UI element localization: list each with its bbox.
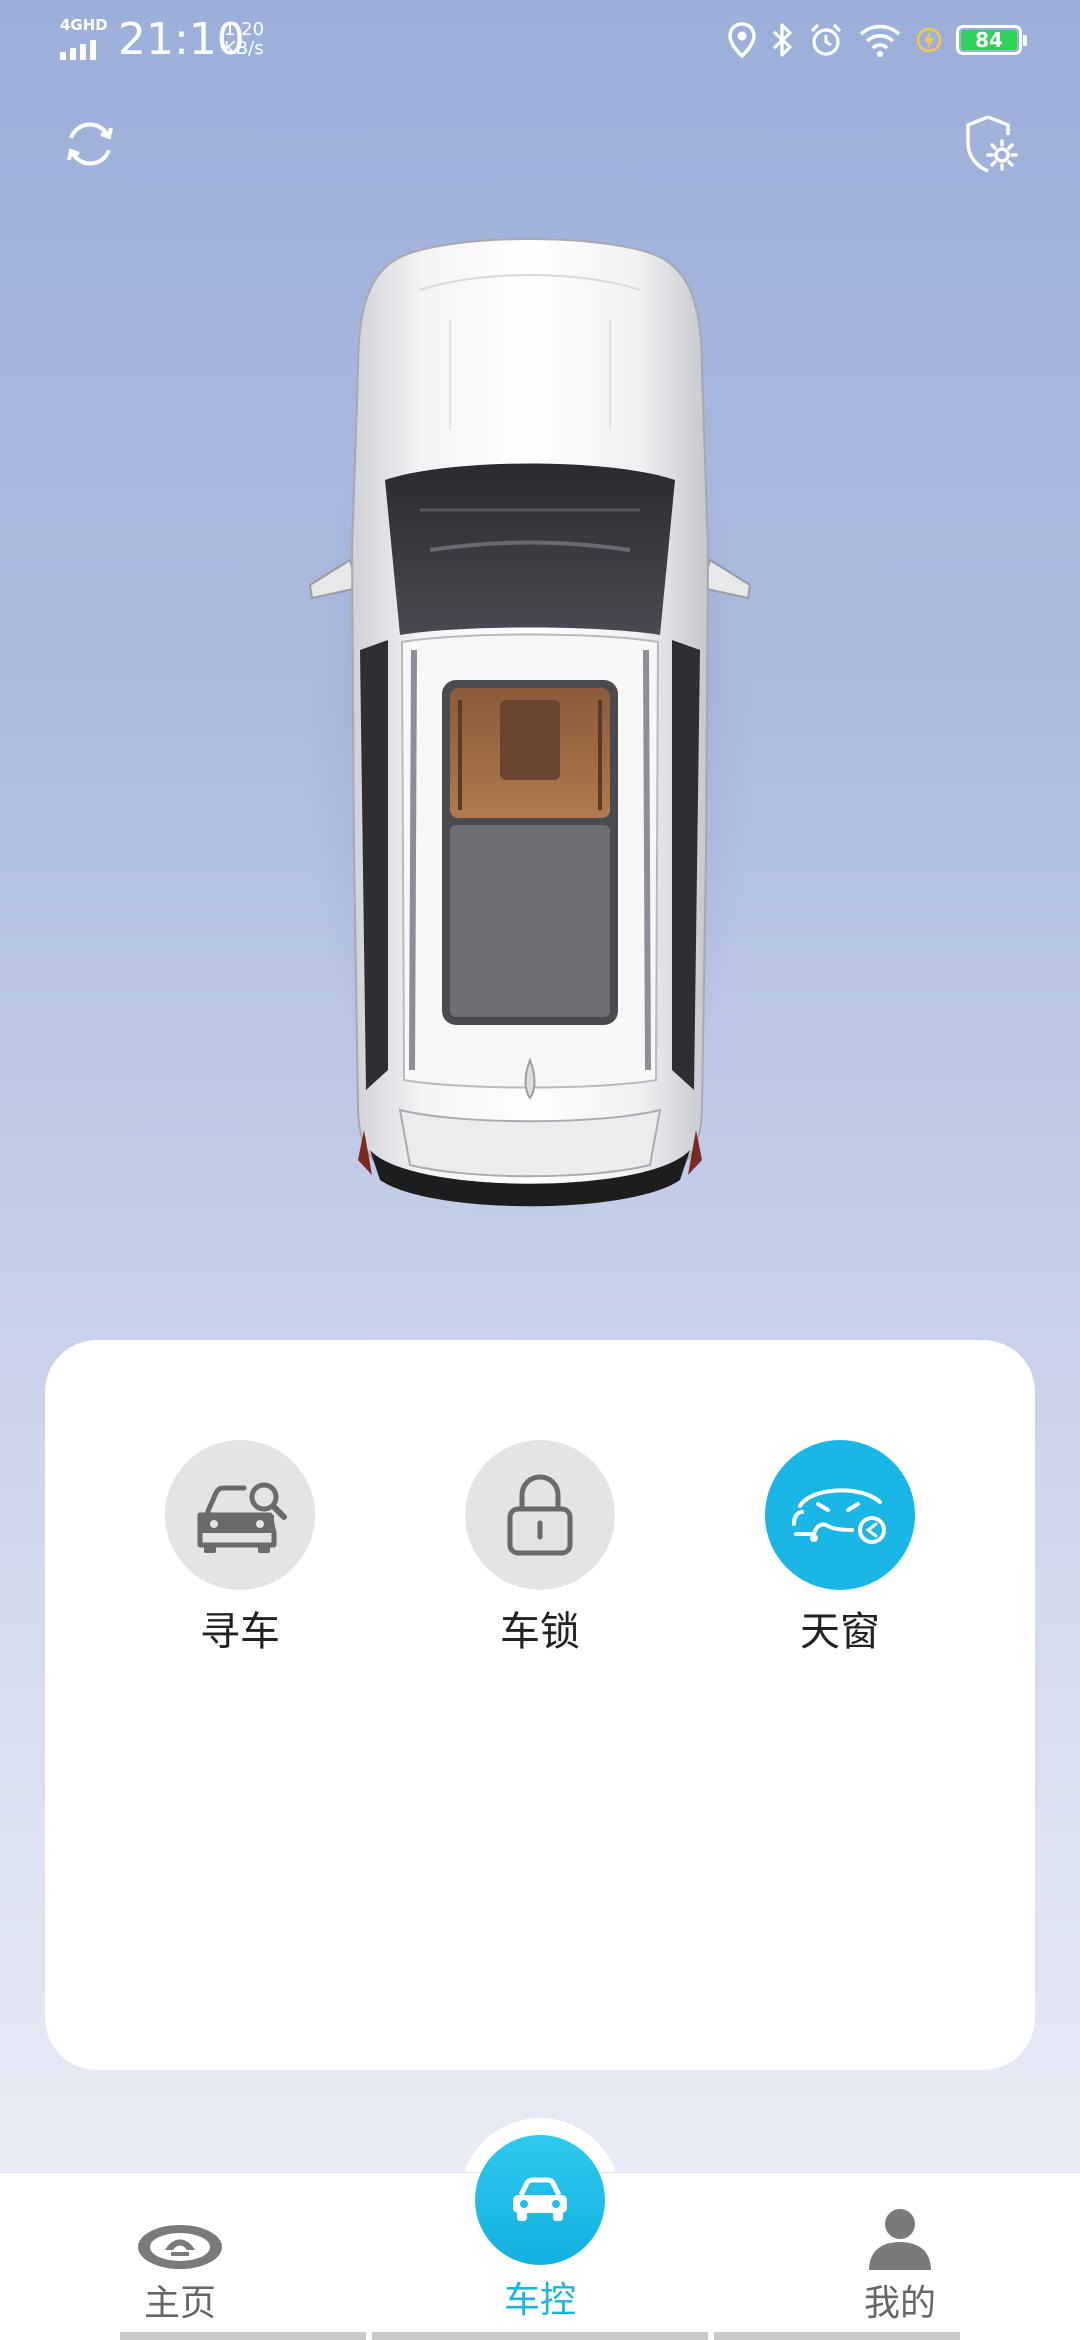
settings-button[interactable] [952,104,1032,184]
nav-profile-icon-wrap [780,2180,1020,2272]
speed-value: 1.20 [224,19,265,40]
control-panel: 寻车 车锁 天窗 [45,1340,1035,2070]
refresh-button[interactable] [50,104,130,184]
nav-control[interactable]: 车控 [420,2135,660,2323]
alarm-icon [810,23,842,56]
sunroof-icon [792,1488,886,1544]
nav-home-label: 主页 [143,2283,216,2324]
charging-icon [916,27,942,53]
network-speed: 1.20 KB/s [224,20,264,58]
status-bar: 4GHD 21:10 1.20 KB/s 84 [0,0,1080,80]
signal-bars-icon [60,40,96,60]
find-car-label: 寻车 [200,1609,280,1655]
signal-indicator: 4GHD [60,16,108,60]
sunroof-control[interactable]: 天窗 [740,1440,940,1656]
nav-indicator-home [120,2332,366,2340]
lock-icon [507,1474,573,1556]
nav-control-label: 车控 [503,2280,576,2321]
bluetooth-icon [772,23,792,57]
nav-indicator-profile [714,2332,960,2340]
lock-label: 车锁 [500,1609,580,1655]
nav-home[interactable]: 主页 [60,2180,300,2326]
user-icon [869,2209,931,2270]
battery-indicator: 84 [956,25,1027,55]
car-search-icon [197,1482,287,1553]
refresh-icon [67,122,113,166]
network-type: 4GHD [60,16,108,34]
find-car-button[interactable] [165,1440,315,1590]
speed-unit: KB/s [224,38,264,59]
nav-control-button[interactable] [475,2135,605,2265]
app-screen: 4GHD 21:10 1.20 KB/s 84 寻车 车锁 天窗 主页 车控 我… [0,0,1080,2340]
battery-level: 84 [961,30,1017,50]
brand-logo-icon [138,2225,222,2269]
sunroof-label: 天窗 [800,1609,880,1655]
location-icon [728,22,756,58]
nav-profile[interactable]: 我的 [780,2180,1020,2326]
shield-gear-icon [966,115,1018,173]
car-icon [513,2177,567,2221]
find-car-control[interactable]: 寻车 [140,1440,340,1656]
lock-button[interactable] [465,1440,615,1590]
sunroof-button[interactable] [765,1440,915,1590]
status-icons: 84 [728,18,1027,62]
nav-indicator-control [372,2332,708,2340]
car-image [305,238,755,1220]
lock-control[interactable]: 车锁 [440,1440,640,1656]
nav-profile-label: 我的 [863,2283,936,2324]
nav-home-icon-wrap [60,2180,300,2272]
wifi-icon [859,24,901,57]
